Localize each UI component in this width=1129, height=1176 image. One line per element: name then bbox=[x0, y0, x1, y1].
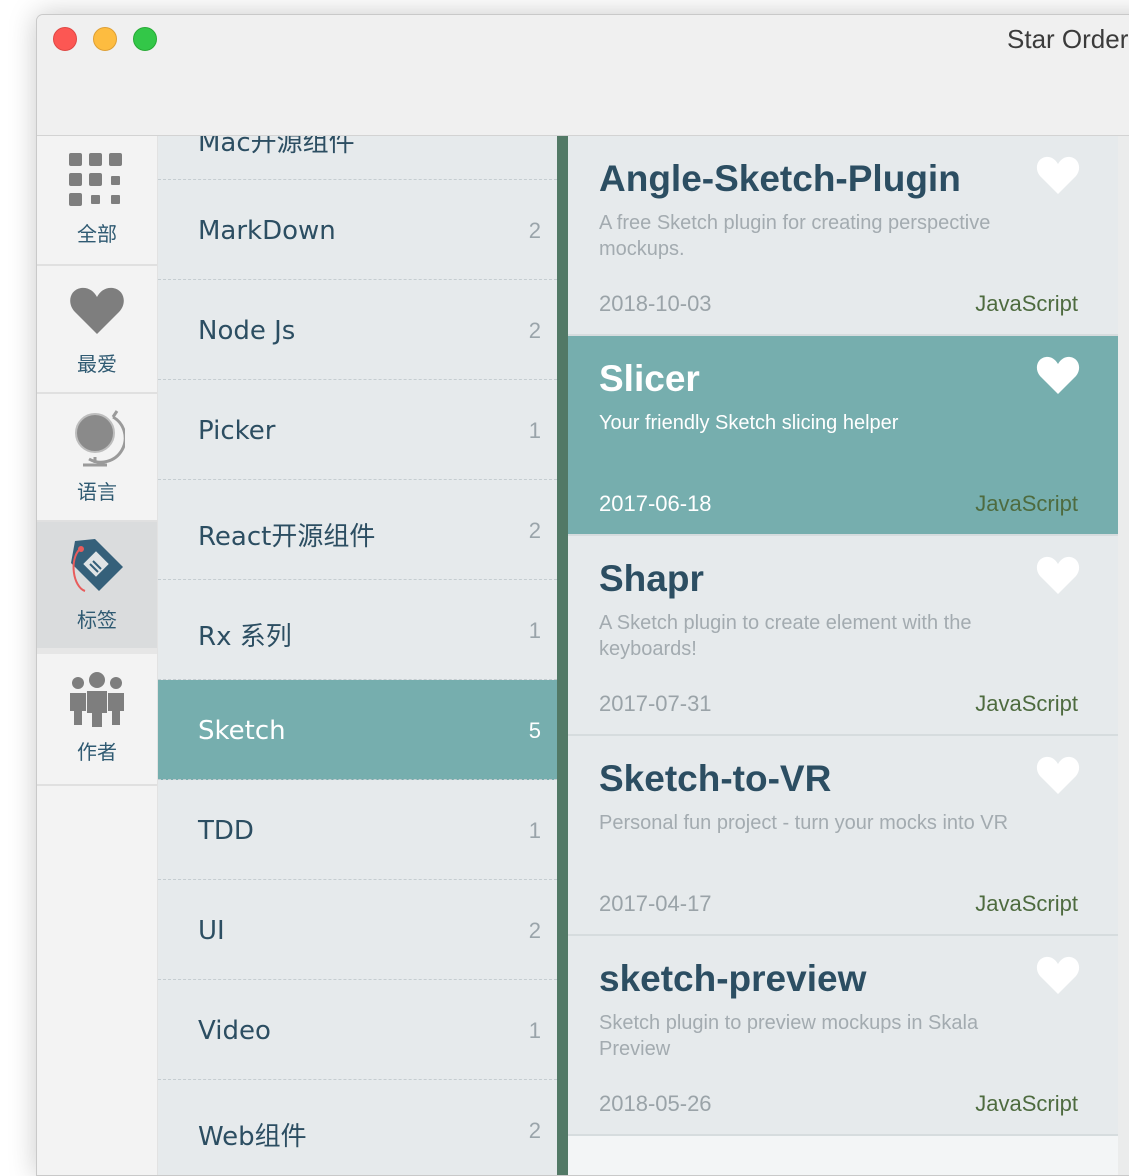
repo-language: JavaScript bbox=[975, 291, 1078, 316]
tag-name: Web组件 bbox=[198, 1122, 307, 1152]
repo-list: Angle-Sketch-Plugin A free Sketch plugin… bbox=[568, 136, 1118, 1175]
tag-row[interactable]: UI 2 bbox=[158, 880, 557, 980]
repo-name: Slicer bbox=[599, 358, 700, 399]
nav-label: 全部 bbox=[77, 222, 117, 246]
repo-name: Shapr bbox=[599, 558, 704, 599]
repo-card[interactable]: Sketch-to-VR Personal fun project - turn… bbox=[568, 736, 1118, 936]
tag-count: 1 bbox=[528, 818, 541, 843]
people-icon bbox=[67, 668, 127, 730]
tag-count: 1 bbox=[528, 618, 541, 643]
tag-name: UI bbox=[198, 916, 225, 946]
repo-date: 2017-07-31 bbox=[599, 691, 712, 716]
tag-row[interactable]: React开源组件 2 bbox=[158, 480, 557, 580]
tag-count: 2 bbox=[528, 1118, 541, 1143]
tag-row[interactable]: Video 1 bbox=[158, 980, 557, 1080]
tag-count: 2 bbox=[528, 518, 541, 543]
repo-name: sketch-preview bbox=[599, 958, 867, 999]
favorite-heart-icon[interactable] bbox=[1036, 756, 1080, 796]
tag-name: Video bbox=[198, 1016, 271, 1046]
tag-count: 1 bbox=[528, 418, 541, 443]
nav-item-languages[interactable]: 语言 bbox=[37, 394, 157, 522]
nav-label: 标签 bbox=[77, 608, 117, 632]
repo-card[interactable]: Shapr A Sketch plugin to create element … bbox=[568, 536, 1118, 736]
window-title: Star Order bbox=[1007, 24, 1129, 54]
repo-date: 2018-10-03 bbox=[599, 291, 712, 316]
title-bar: Star Order bbox=[37, 15, 1129, 136]
repo-card-selected[interactable]: Slicer Your friendly Sketch slicing help… bbox=[568, 336, 1118, 536]
tag-count: 1 bbox=[528, 1018, 541, 1043]
tag-row[interactable]: MarkDown 2 bbox=[158, 180, 557, 280]
tag-row[interactable]: Web组件 2 bbox=[158, 1080, 557, 1175]
zoom-button[interactable] bbox=[133, 27, 157, 51]
minimize-button[interactable] bbox=[93, 27, 117, 51]
repo-name: Sketch-to-VR bbox=[599, 758, 832, 799]
repo-language: JavaScript bbox=[975, 891, 1078, 916]
nav-item-all[interactable]: 全部 bbox=[37, 136, 157, 266]
tag-name: Mac开源组件 bbox=[198, 136, 355, 158]
repo-card[interactable]: sketch-preview Sketch plugin to preview … bbox=[568, 936, 1118, 1136]
nav-item-authors[interactable]: 作者 bbox=[37, 654, 157, 786]
tag-count: 2 bbox=[528, 318, 541, 343]
sidebar-nav: 全部 最爱 语言 标签 作者 bbox=[37, 136, 158, 1175]
tag-count: 2 bbox=[528, 918, 541, 943]
tag-name: Picker bbox=[198, 416, 276, 446]
tag-list: Mac开源组件 MarkDown 2 Node Js 2 Picker 1 Re… bbox=[158, 136, 557, 1175]
tag-row[interactable]: Rx 系列 1 bbox=[158, 580, 557, 680]
tag-row[interactable]: TDD 1 bbox=[158, 780, 557, 880]
tag-row[interactable]: Picker 1 bbox=[158, 380, 557, 480]
tag-icon bbox=[67, 536, 127, 598]
tag-name: Node Js bbox=[198, 316, 296, 346]
favorite-heart-icon[interactable] bbox=[1036, 556, 1080, 596]
repo-description: Your friendly Sketch slicing helper bbox=[599, 412, 899, 434]
tag-name: Sketch bbox=[198, 716, 286, 746]
tag-count: 2 bbox=[528, 218, 541, 243]
favorite-heart-icon[interactable] bbox=[1036, 156, 1080, 196]
nav-label: 作者 bbox=[77, 740, 117, 764]
tag-name: MarkDown bbox=[198, 216, 336, 246]
close-button[interactable] bbox=[53, 27, 77, 51]
tag-row[interactable]: Mac开源组件 bbox=[158, 136, 557, 180]
repo-card[interactable]: Angle-Sketch-Plugin A free Sketch plugin… bbox=[568, 136, 1118, 336]
grid-icon bbox=[67, 150, 127, 212]
repo-language: JavaScript bbox=[975, 691, 1078, 716]
repo-language: JavaScript bbox=[975, 491, 1078, 516]
tag-name: React开源组件 bbox=[198, 522, 376, 552]
repo-date: 2017-06-18 bbox=[599, 491, 712, 516]
tag-row[interactable]: Node Js 2 bbox=[158, 280, 557, 380]
tag-name: TDD bbox=[198, 816, 254, 846]
app-window: Star Order 全部 最爱 语言 标签 作者 Mac开源组件 MarkDo… bbox=[36, 14, 1129, 1176]
tag-count: 5 bbox=[528, 718, 541, 743]
repo-description: Sketch plugin to preview mockups in Skal… bbox=[599, 1012, 979, 1060]
nav-label: 语言 bbox=[77, 480, 117, 504]
repo-description: A Sketch plugin to create element with t… bbox=[599, 612, 972, 660]
nav-label: 最爱 bbox=[77, 352, 117, 376]
repo-description: A free Sketch plugin for creating perspe… bbox=[599, 212, 991, 260]
repo-date: 2018-05-26 bbox=[599, 1091, 712, 1116]
heart-icon bbox=[67, 280, 127, 342]
tag-name: Rx 系列 bbox=[198, 622, 292, 652]
globe-icon bbox=[67, 408, 127, 470]
favorite-heart-icon[interactable] bbox=[1036, 356, 1080, 396]
repo-language: JavaScript bbox=[975, 1091, 1078, 1116]
repo-date: 2017-04-17 bbox=[599, 891, 712, 916]
tag-row-selected[interactable]: Sketch 5 bbox=[158, 680, 557, 780]
repo-description: Personal fun project - turn your mocks i… bbox=[599, 812, 1009, 834]
list-divider[interactable] bbox=[557, 136, 568, 1175]
nav-item-tags[interactable]: 标签 bbox=[37, 522, 157, 654]
nav-item-favorites[interactable]: 最爱 bbox=[37, 266, 157, 394]
repo-name: Angle-Sketch-Plugin bbox=[599, 158, 961, 199]
favorite-heart-icon[interactable] bbox=[1036, 956, 1080, 996]
